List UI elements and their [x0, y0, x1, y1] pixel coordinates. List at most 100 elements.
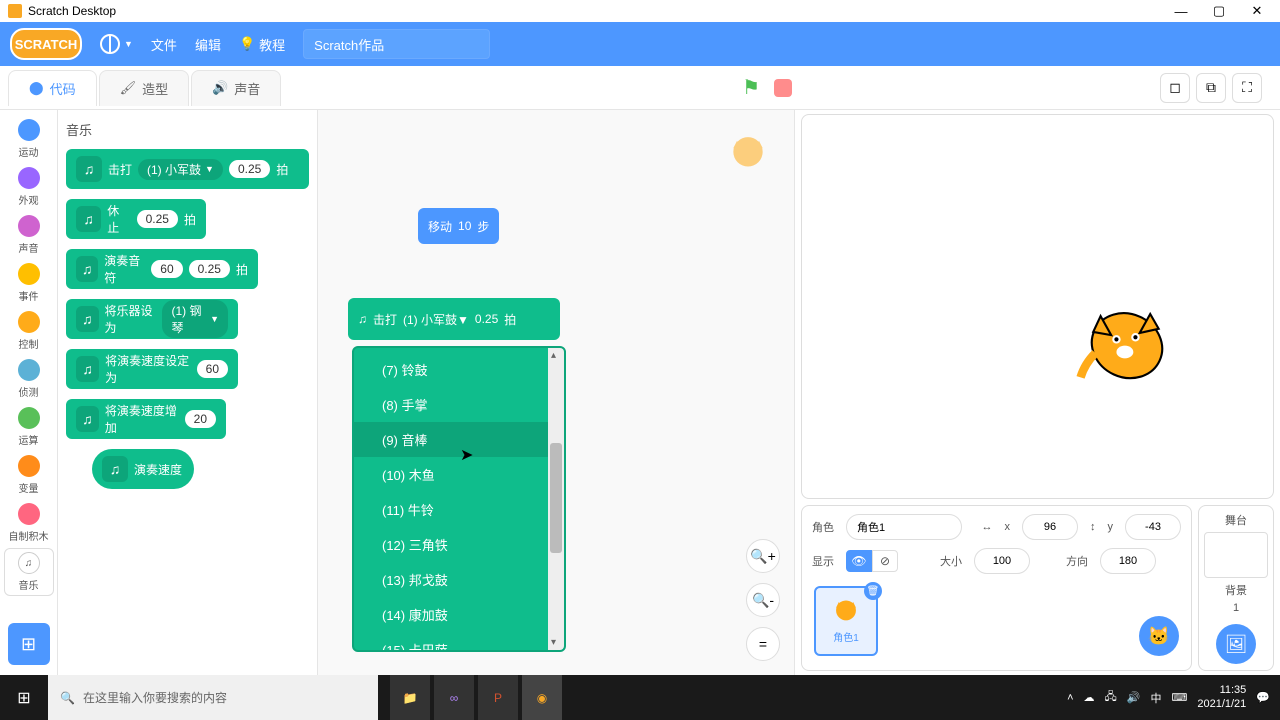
window-title: Scratch Desktop: [28, 4, 116, 18]
stage-thumbnail[interactable]: [1204, 532, 1268, 578]
search-icon: 🔍: [60, 691, 75, 705]
block-play-note[interactable]: ♫ 演奏音符 60 0.25 拍: [66, 249, 258, 289]
tray-keyboard-icon[interactable]: ⌨: [1171, 691, 1187, 704]
cat-sensing[interactable]: 侦测: [4, 356, 54, 402]
start-button[interactable]: ⊞: [0, 675, 48, 720]
drum-dropdown-trigger[interactable]: (1) 小军鼓▼: [403, 311, 469, 328]
menubar: SCRATCH ▼ 文件 编辑 💡教程: [0, 22, 1280, 66]
taskbar-search[interactable]: 🔍 在这里输入你要搜索的内容: [48, 675, 378, 720]
cat-control[interactable]: 控制: [4, 308, 54, 354]
music-note-icon: ♫: [25, 558, 33, 569]
delete-sprite-button[interactable]: 🗑: [864, 582, 882, 600]
right-panel: 角色 ↔ x ↕ y 显示 👁 ⊘ 大小: [795, 110, 1280, 675]
minimize-button[interactable]: —: [1174, 4, 1188, 18]
show-button[interactable]: 👁: [846, 550, 872, 572]
zoom-out-button[interactable]: 🔍-: [746, 583, 780, 617]
music-note-icon: ♫: [76, 306, 99, 332]
sprite-name-input[interactable]: [846, 514, 962, 540]
sprite-direction-input[interactable]: [1100, 548, 1156, 574]
taskbar-vs-icon[interactable]: ∞: [434, 675, 474, 720]
workspace-move-block[interactable]: 移动 10 步: [418, 208, 499, 244]
cat-variables[interactable]: 变量: [4, 452, 54, 498]
sprite-size-input[interactable]: [974, 548, 1030, 574]
tab-costumes[interactable]: 🖌造型: [99, 70, 190, 106]
menu-edit[interactable]: 编辑: [195, 35, 221, 54]
hide-button[interactable]: ⊘: [872, 550, 898, 572]
sprite-thumbnail[interactable]: 🗑 角色1: [814, 586, 878, 656]
dropdown-item[interactable]: (15) 卡巴萨: [354, 632, 548, 652]
dropdown-item[interactable]: (10) 木鱼: [354, 457, 548, 492]
block-rest[interactable]: ♫ 休止 0.25 拍: [66, 199, 206, 239]
app-icon: [8, 4, 22, 18]
dropdown-item[interactable]: (9) 音棒: [354, 422, 548, 457]
cat-operators[interactable]: 运算: [4, 404, 54, 450]
music-note-icon: ♫: [102, 456, 128, 482]
sprite-info-panel: 角色 ↔ x ↕ y 显示 👁 ⊘ 大小: [801, 505, 1192, 671]
dropdown-item[interactable]: (13) 邦戈鼓: [354, 562, 548, 597]
stage-small-button[interactable]: ◻: [1160, 73, 1190, 103]
cat-myblocks[interactable]: 自制积木: [4, 500, 54, 546]
cat-events[interactable]: 事件: [4, 260, 54, 306]
taskbar-powerpoint-icon[interactable]: P: [478, 675, 518, 720]
scrollbar-thumb[interactable]: [550, 443, 562, 553]
tray-notifications-icon[interactable]: 💬: [1256, 691, 1270, 704]
taskbar-explorer-icon[interactable]: 📁: [390, 675, 430, 720]
cat-looks[interactable]: 外观: [4, 164, 54, 210]
menu-tutorials[interactable]: 💡教程: [239, 35, 285, 54]
add-sprite-button[interactable]: 🐱: [1139, 616, 1179, 656]
stage[interactable]: [801, 114, 1274, 499]
drum-dropdown-menu: (7) 铃鼓 (8) 手掌 (9) 音棒 (10) 木鱼 (11) 牛铃 (12…: [352, 346, 566, 652]
language-button[interactable]: ▼: [100, 34, 133, 54]
tab-sounds[interactable]: 🔊声音: [191, 70, 281, 106]
zoom-in-button[interactable]: 🔍+: [746, 539, 780, 573]
workspace-drum-block[interactable]: ♫ 击打 (1) 小军鼓▼ 0.25 拍: [348, 298, 560, 340]
block-set-instrument[interactable]: ♫ 将乐器设为 (1) 钢琴▼: [66, 299, 238, 339]
workspace-sprite-watermark: [726, 128, 770, 172]
cat-motion[interactable]: 运动: [4, 116, 54, 162]
main-area: 运动 外观 声音 事件 控制 侦测 运算 变量 自制积木 ♫音乐 ⊞ 音乐 ♫ …: [0, 110, 1280, 675]
close-button[interactable]: ✕: [1250, 4, 1264, 18]
add-extension-button[interactable]: ⊞: [8, 623, 50, 665]
tray-up-icon[interactable]: ˄: [1067, 692, 1073, 704]
menu-file[interactable]: 文件: [151, 35, 177, 54]
category-column: 运动 外观 声音 事件 控制 侦测 运算 变量 自制积木 ♫音乐 ⊞: [0, 110, 58, 675]
globe-icon: [100, 34, 120, 54]
dropdown-item[interactable]: (8) 手掌: [354, 387, 548, 422]
music-note-icon: ♫: [76, 156, 102, 182]
zoom-reset-button[interactable]: =: [746, 627, 780, 661]
block-set-tempo[interactable]: ♫ 将演奏速度设定为 60: [66, 349, 238, 389]
tray-ime[interactable]: 中: [1150, 690, 1161, 706]
stage-selector[interactable]: 舞台 背景 1 🖼: [1198, 505, 1274, 671]
workspace[interactable]: 移动 10 步 ♫ 击打 (1) 小军鼓▼ 0.25 拍 (7) 铃鼓 (8) …: [318, 110, 795, 675]
stop-button[interactable]: [774, 79, 792, 97]
tray-cloud-icon[interactable]: ☁: [1084, 691, 1095, 704]
windows-taskbar: ⊞ 🔍 在这里输入你要搜索的内容 📁 ∞ P ◉ ˄ ☁ 🖧 🔊 中 ⌨ 11:…: [0, 675, 1280, 720]
stage-sprite-cat[interactable]: [1072, 295, 1182, 390]
fullscreen-button[interactable]: ⛶: [1232, 73, 1262, 103]
tray-network-icon[interactable]: 🖧: [1105, 688, 1117, 707]
sprite-y-input[interactable]: [1125, 514, 1181, 540]
music-note-icon: ♫: [76, 206, 101, 232]
sprite-x-input[interactable]: [1022, 514, 1078, 540]
cat-sound[interactable]: 声音: [4, 212, 54, 258]
dropdown-scrollbar[interactable]: [548, 348, 564, 650]
dropdown-item[interactable]: (7) 铃鼓: [354, 352, 548, 387]
block-palette: 音乐 ♫ 击打 (1) 小军鼓▼ 0.25 拍 ♫ 休止 0.25 拍 ♫ 演奏…: [58, 110, 318, 675]
tray-volume-icon[interactable]: 🔊: [1127, 691, 1141, 704]
cat-music[interactable]: ♫音乐: [4, 548, 54, 596]
dropdown-item[interactable]: (14) 康加鼓: [354, 597, 548, 632]
block-change-tempo[interactable]: ♫ 将演奏速度增加 20: [66, 399, 226, 439]
block-play-drum[interactable]: ♫ 击打 (1) 小军鼓▼ 0.25 拍: [66, 149, 309, 189]
maximize-button[interactable]: ▢: [1212, 4, 1226, 18]
green-flag-button[interactable]: ⚑: [742, 75, 760, 100]
add-backdrop-button[interactable]: 🖼: [1216, 624, 1256, 664]
music-note-icon: ♫: [76, 406, 99, 432]
taskbar-clock[interactable]: 11:35 2021/1/21: [1197, 684, 1246, 710]
stage-large-button[interactable]: ⧉: [1196, 73, 1226, 103]
project-name-input[interactable]: [303, 29, 490, 59]
tab-code[interactable]: ⬤代码: [8, 70, 97, 106]
dropdown-item[interactable]: (11) 牛铃: [354, 492, 548, 527]
block-tempo[interactable]: ♫ 演奏速度: [92, 449, 194, 489]
dropdown-item[interactable]: (12) 三角铁: [354, 527, 548, 562]
taskbar-scratch-icon[interactable]: ◉: [522, 675, 562, 720]
